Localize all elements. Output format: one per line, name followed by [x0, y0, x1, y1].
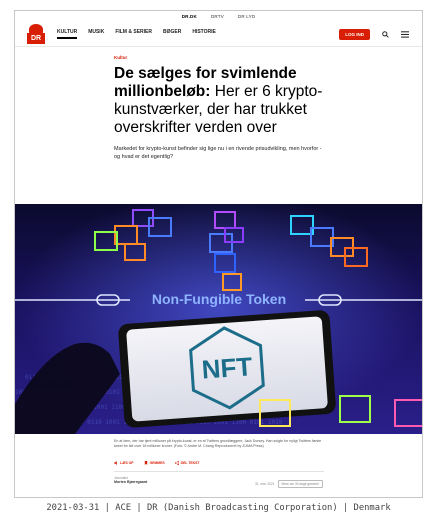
article-lead: Markedet for krypto-kunst befinder sig l… — [114, 146, 322, 160]
nav-item-kultur[interactable]: KULTUR — [57, 29, 78, 39]
top-link-drtv[interactable]: DRTV — [211, 14, 224, 19]
page-frame: DR.DK DRTV DR LYD DR KULTUR MUSIK FILM &… — [14, 10, 423, 498]
share-icon — [174, 461, 179, 465]
phone-nft-text: NFT — [201, 351, 254, 384]
byline-divider — [114, 471, 324, 472]
article-category[interactable]: Kultur — [114, 55, 323, 60]
dr-logo-text: DR — [27, 33, 45, 44]
nav-item-historie[interactable]: HISTORIE — [192, 29, 216, 39]
top-link-drlyd[interactable]: DR LYD — [238, 14, 255, 19]
share-label: DEL TEKST — [180, 461, 200, 465]
publish-date: 31. mar. 2021 — [255, 482, 275, 486]
screenshot-caption: 2021-03-31 | ACE | DR (Danish Broadcasti… — [46, 503, 391, 513]
section-nav: KULTUR MUSIK FILM & SERIER BØGER HISTORI… — [57, 29, 216, 39]
menu-icon[interactable] — [400, 29, 410, 39]
image-caption: En af dem, der har tjent millioner på kr… — [114, 439, 322, 448]
more-info-button[interactable]: Mere om 30 dage gammel — [277, 480, 323, 488]
nav-item-boger[interactable]: BØGER — [163, 29, 181, 39]
publish-info: 31. mar. 2021 Mere om 30 dage gammel — [255, 480, 323, 488]
top-site-bar: DR.DK DRTV DR LYD — [15, 11, 422, 22]
hero-image: 0110 1001 0011 1010 0101 1100 0110 1001 … — [15, 204, 422, 434]
article-header: Kultur De sælges for svimlende millionbe… — [15, 55, 422, 161]
search-icon[interactable] — [380, 29, 390, 39]
main-navbar: DR KULTUR MUSIK FILM & SERIER BØGER HIST… — [15, 22, 422, 47]
bookmark-icon — [144, 461, 147, 465]
article-actions: LÆS OP GEMMES DEL TEKST — [114, 461, 199, 465]
share-text-button[interactable]: DEL TEKST — [174, 461, 200, 465]
top-link-dr[interactable]: DR.DK — [182, 14, 197, 19]
save-label: GEMMES — [149, 461, 165, 465]
nav-item-musik[interactable]: MUSIK — [88, 29, 104, 39]
nav-right-actions: LOG IND — [339, 28, 410, 40]
login-button[interactable]: LOG IND — [339, 28, 370, 40]
hero-nft-caption: Non-Fungible Token — [152, 291, 286, 307]
nav-item-film-serier[interactable]: FILM & SERIER — [115, 29, 152, 39]
read-aloud-button[interactable]: LÆS OP — [114, 461, 134, 465]
speaker-icon — [114, 461, 117, 465]
save-button[interactable]: GEMMES — [144, 461, 165, 465]
dr-logo[interactable]: DR — [27, 24, 45, 44]
read-aloud-label: LÆS OP — [120, 461, 134, 465]
article-headline: De sælges for svimlende millionbeløb: He… — [114, 65, 323, 137]
